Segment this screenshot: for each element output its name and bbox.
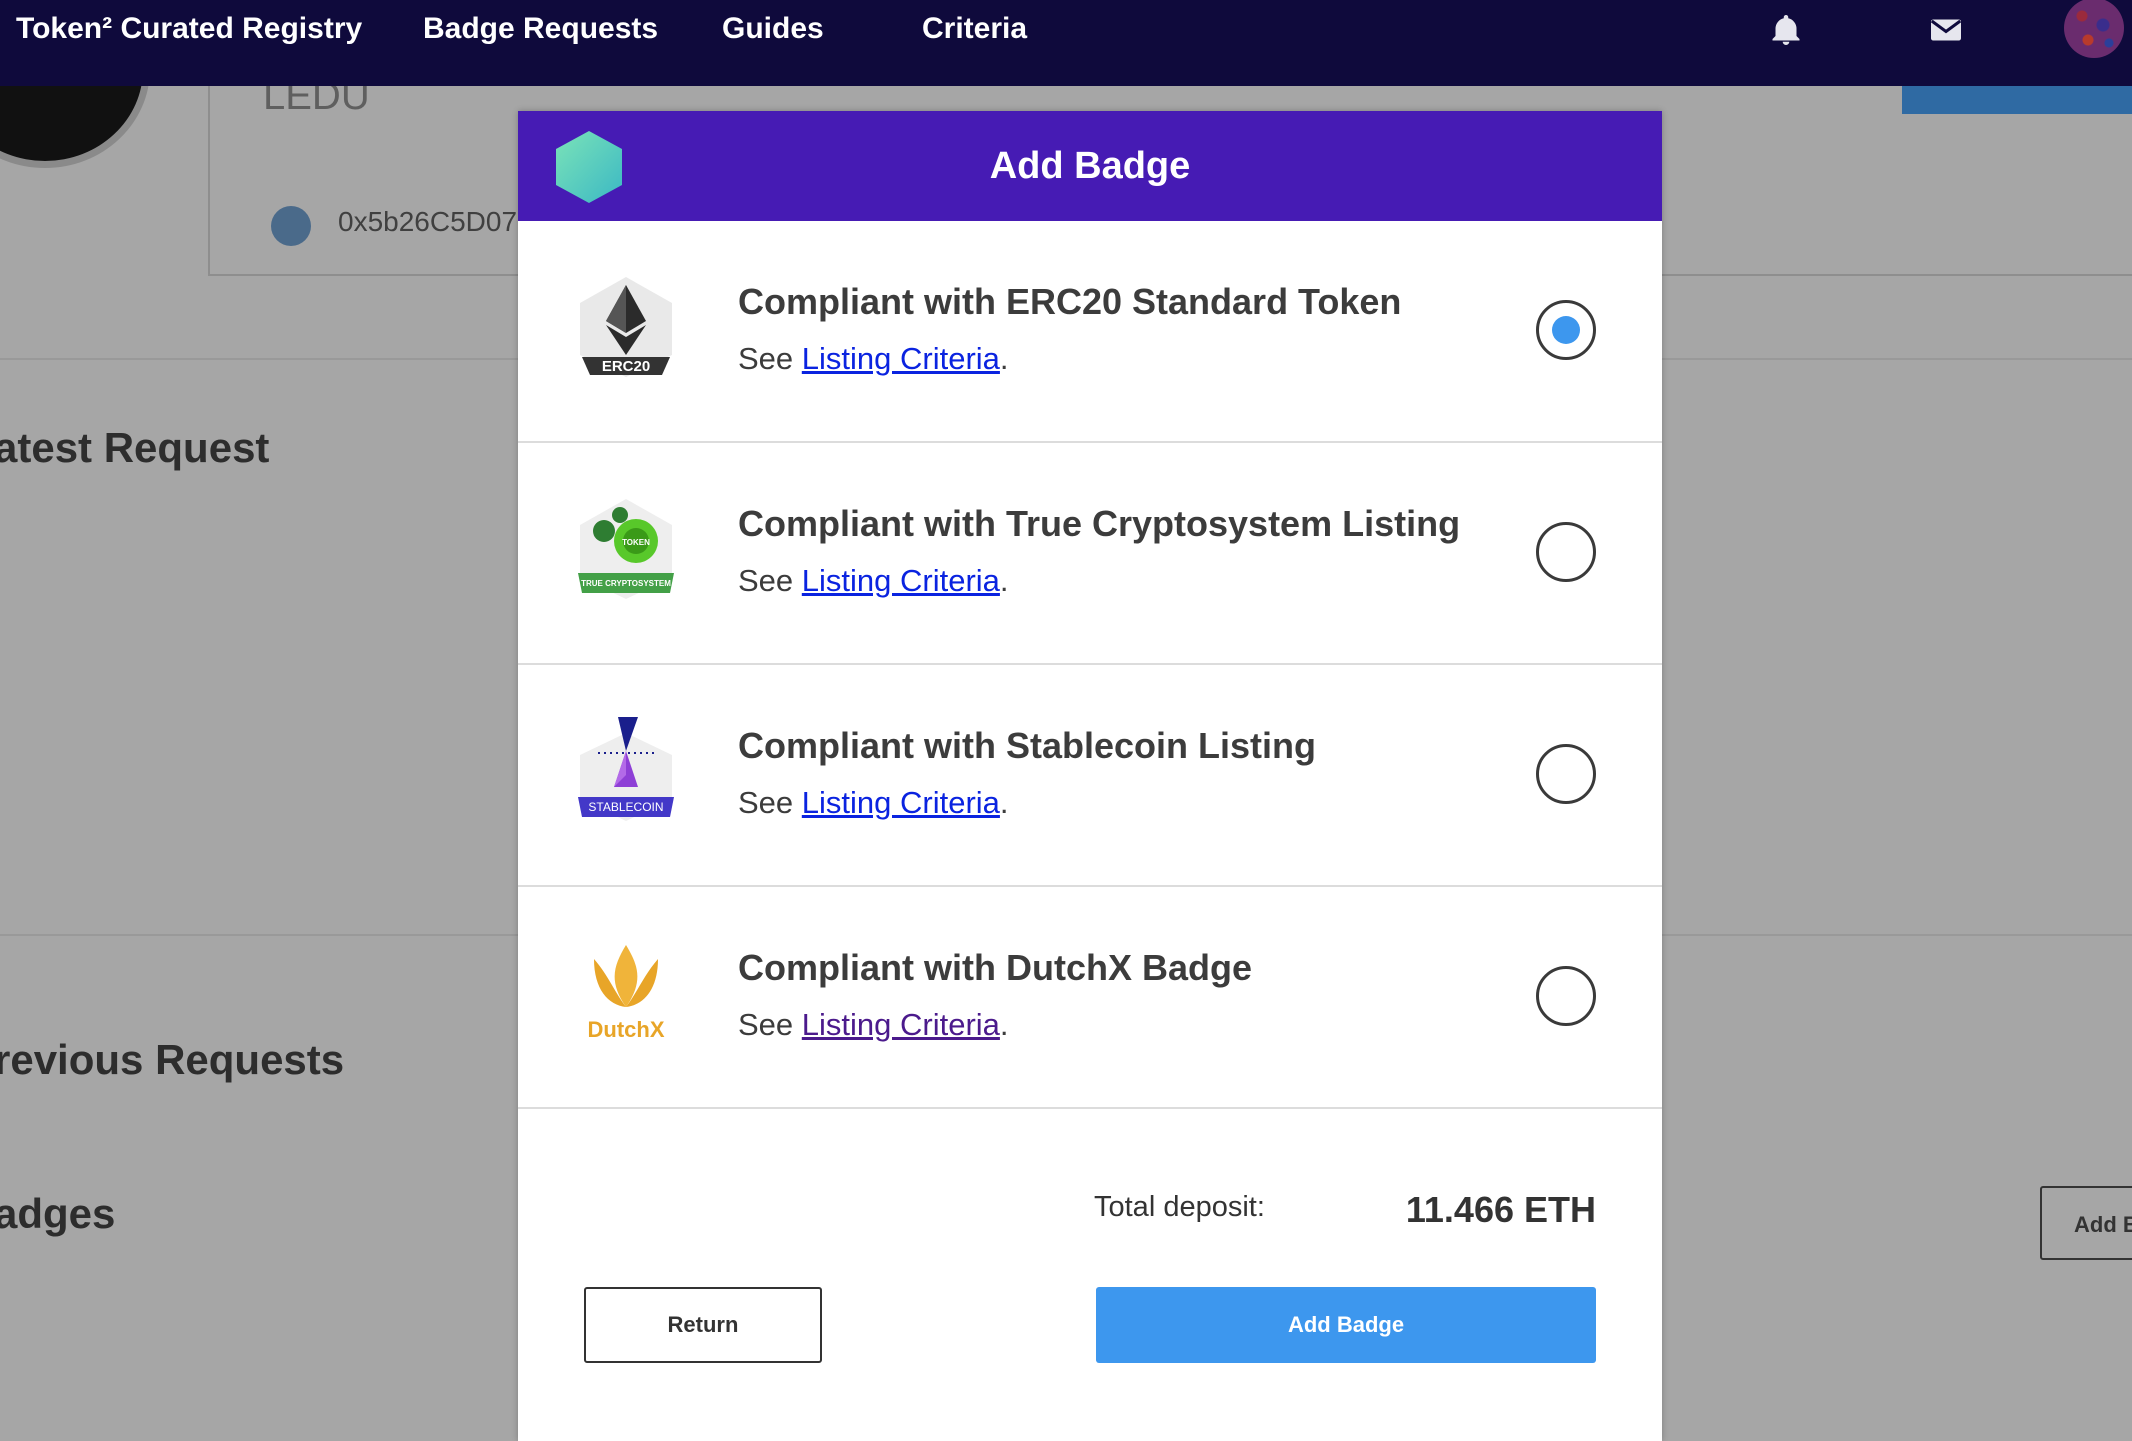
bell-icon[interactable] <box>1768 12 1804 48</box>
top-nav: Token² Curated Registry Badge Requests G… <box>0 0 2132 86</box>
see-text: See <box>738 563 794 598</box>
return-button[interactable]: Return <box>584 1287 822 1363</box>
period-text: . <box>999 341 1009 376</box>
add-badge-modal: Add Badge ERC20 Compliant with ERC20 Sta… <box>518 111 1662 1441</box>
see-text: See <box>738 1007 794 1042</box>
see-text: See <box>738 341 794 376</box>
modal-header: Add Badge <box>518 111 1662 221</box>
modal-title: Add Badge <box>989 145 1191 187</box>
badges-heading: adges <box>0 1190 116 1237</box>
period-text: . <box>999 785 1009 820</box>
see-text: See <box>738 785 794 820</box>
mail-icon[interactable] <box>1928 12 1964 48</box>
true-cryptosystem-badge-icon: TOKEN TRUE CRYPTOSYSTEM <box>578 499 674 599</box>
badge-option-erc20[interactable]: ERC20 Compliant with ERC20 Standard Toke… <box>518 221 1662 443</box>
badge-radio[interactable] <box>1536 744 1596 804</box>
erc20-badge-label: ERC20 <box>602 358 650 375</box>
add-badge-button[interactable]: Add Badge <box>1096 1287 1596 1363</box>
avatar[interactable] <box>2064 0 2124 58</box>
previous-requests-heading: revious Requests <box>0 1036 345 1083</box>
stablecoin-badge-icon: STABLECOIN <box>578 717 674 821</box>
badge-radio[interactable] <box>1536 522 1596 582</box>
badge-title: Compliant with True Cryptosystem Listing <box>738 503 1461 544</box>
listing-criteria-link[interactable]: Listing Criteria <box>802 785 1000 820</box>
radio-dot <box>1552 316 1580 344</box>
nav-guides[interactable]: Guides <box>722 12 824 46</box>
badge-option-dutchx[interactable]: DutchX Compliant with DutchX Badge See L… <box>518 887 1662 1109</box>
listing-criteria-link[interactable]: Listing Criteria <box>802 563 1000 598</box>
dutchx-badge-label: DutchX <box>588 1017 665 1042</box>
listing-criteria-link[interactable]: Listing Criteria <box>802 1007 1000 1042</box>
badge-option-true-cryptosystem[interactable]: TOKEN TRUE CRYPTOSYSTEM Compliant with T… <box>518 443 1662 665</box>
address-icon <box>271 206 311 246</box>
add-badge-background-button[interactable]: Add B <box>2040 1186 2132 1260</box>
badge-radio-selected[interactable] <box>1536 300 1596 360</box>
badge-option-stablecoin[interactable]: STABLECOIN Compliant with Stablecoin Lis… <box>518 665 1662 887</box>
period-text: . <box>999 563 1009 598</box>
badge-radio[interactable] <box>1536 966 1596 1026</box>
badge-title: Compliant with DutchX Badge <box>738 947 1253 988</box>
badge-title: Compliant with Stablecoin Listing <box>738 725 1317 766</box>
listing-criteria-link[interactable]: Listing Criteria <box>802 341 1000 376</box>
token-address[interactable]: 0x5b26C5D07 <box>338 206 517 238</box>
nav-badge-requests[interactable]: Badge Requests <box>423 12 658 46</box>
stablecoin-badge-label: STABLECOIN <box>588 800 663 814</box>
badge-title: Compliant with ERC20 Standard Token <box>738 281 1402 322</box>
total-deposit-value: 11.466 ETH <box>1405 1189 1596 1230</box>
badge-criteria-text: See Listing Criteria. <box>738 785 1009 821</box>
badge-criteria-text: See Listing Criteria. <box>738 341 1009 377</box>
token-badge-label: TOKEN <box>622 538 650 547</box>
latest-request-heading: atest Request <box>0 424 270 471</box>
period-text: . <box>999 1007 1009 1042</box>
true-cryptosystem-badge-label: TRUE CRYPTOSYSTEM <box>581 579 671 588</box>
nav-criteria[interactable]: Criteria <box>922 12 1027 46</box>
erc20-badge-icon: ERC20 <box>580 277 672 377</box>
dutchx-badge-icon: DutchX <box>588 945 665 1042</box>
brand-link[interactable]: Token² Curated Registry <box>16 12 362 46</box>
badge-criteria-text: See Listing Criteria. <box>738 563 1009 599</box>
badge-criteria-text: See Listing Criteria. <box>738 1007 1009 1043</box>
